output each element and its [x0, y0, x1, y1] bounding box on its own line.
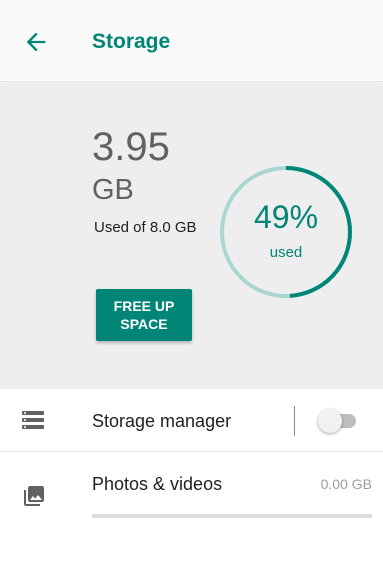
usage-percent-label: used — [269, 244, 303, 261]
photos-videos-row[interactable]: Photos & videos 0.00 GB — [0, 452, 383, 532]
back-button[interactable] — [22, 28, 50, 56]
storage-manager-icon — [22, 411, 44, 429]
storage-manager-label: Storage manager — [92, 411, 232, 431]
photos-videos-usage-bar — [92, 514, 372, 518]
free-up-space-button[interactable]: FREE UP SPACE — [96, 289, 192, 341]
photos-videos-size: 0.00 GB — [320, 476, 372, 492]
photos-videos-label: Photos & videos — [92, 474, 223, 494]
storage-summary: 3.95 GB Used of 8.0 GB FREE UP SPACE 49%… — [0, 83, 383, 389]
usage-percent: 49% — [253, 199, 319, 235]
used-value: 3.95 — [92, 125, 170, 169]
photo-library-icon — [24, 486, 44, 506]
used-unit: GB — [92, 174, 134, 206]
arrow-back-icon — [26, 32, 46, 52]
storage-manager-toggle[interactable] — [318, 409, 360, 433]
used-of-total: Used of 8.0 GB — [94, 219, 197, 236]
vertical-divider — [294, 406, 295, 436]
page-title: Storage — [92, 30, 171, 53]
app-bar: Storage — [0, 0, 383, 82]
toggle-thumb — [318, 409, 342, 433]
storage-manager-row[interactable]: Storage manager — [0, 389, 383, 452]
